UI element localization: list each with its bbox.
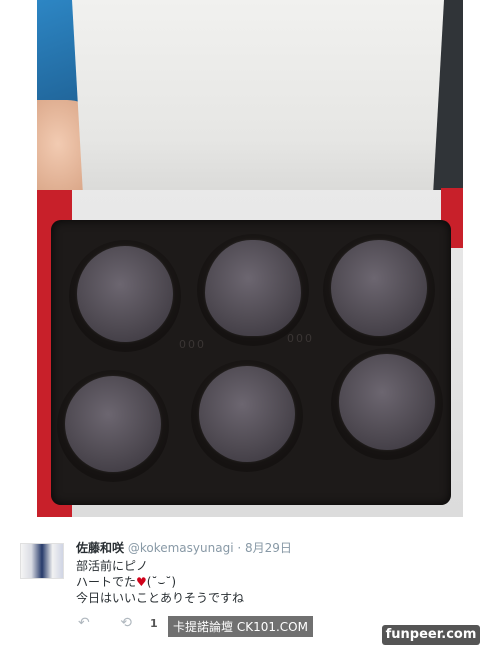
box-lid: [72, 0, 444, 198]
retweet-icon[interactable]: ⟲: [120, 615, 132, 631]
author-name[interactable]: 佐藤和咲: [76, 541, 124, 555]
retweet-count: 1: [150, 617, 158, 630]
tweet-photo[interactable]: 000 000: [37, 0, 463, 517]
tweet-card: 佐藤和咲 @kokemasyunagi · 8月29日 部活前にピノ ハートでた…: [0, 517, 500, 645]
tray-embossed-mark: 000: [179, 338, 206, 351]
reply-icon[interactable]: ↶: [78, 615, 90, 631]
tweet-text-part: (˘⌣˘): [146, 575, 177, 589]
pino-cup: [191, 360, 303, 472]
tray-embossed-mark: 000: [287, 332, 314, 345]
tweet-text-part: ハートでた: [76, 575, 137, 589]
pino-round: [339, 354, 435, 450]
pino-round: [331, 240, 427, 336]
pino-cup: [57, 370, 169, 482]
pino-round: [77, 246, 173, 342]
avatar[interactable]: [20, 543, 64, 579]
pino-heart: [205, 240, 301, 336]
pino-cup: [69, 240, 181, 352]
red-heart-emoji: ♥: [136, 575, 147, 589]
chocolate-tray: 000 000: [51, 220, 451, 505]
separator: ·: [237, 541, 242, 555]
pino-cup: [323, 234, 435, 346]
tweet-text-line: 今日はいいことありそうですね: [76, 591, 245, 605]
tweet-actions: ↶ ⟲: [78, 615, 142, 631]
tweet-author: 佐藤和咲 @kokemasyunagi · 8月29日: [76, 539, 292, 556]
tweet-date[interactable]: 8月29日: [245, 541, 292, 555]
pino-round: [199, 366, 295, 462]
tweet-text-line: ハートでた♥(˘⌣˘): [76, 573, 176, 590]
author-handle[interactable]: @kokemasyunagi: [128, 541, 234, 555]
tweet-text-line: 部活前にピノ: [76, 559, 149, 573]
pino-cup: [197, 234, 309, 346]
pino-cup: [331, 348, 443, 460]
funpeer-watermark: funpeer.com: [382, 625, 480, 645]
pino-round: [65, 376, 161, 472]
ck101-watermark: 卡提諾論壇 CK101.COM: [168, 616, 313, 637]
